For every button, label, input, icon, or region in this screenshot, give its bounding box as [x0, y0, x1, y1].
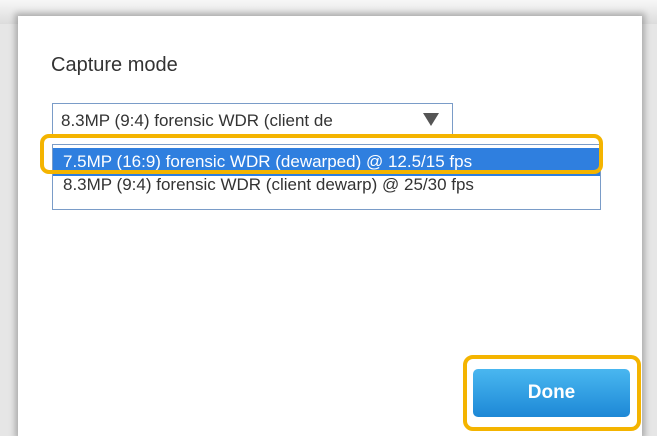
done-button[interactable]: Done	[473, 369, 630, 417]
option-label: 7.5MP (16:9) forensic WDR (dewarped) @ 1…	[63, 152, 473, 171]
select-current-value: 8.3MP (9:4) forensic WDR (client de	[61, 111, 333, 130]
option-label: 8.3MP (9:4) forensic WDR (client dewarp)…	[63, 175, 474, 194]
dialog-title: Capture mode	[51, 54, 178, 76]
capture-mode-select[interactable]: 8.3MP (9:4) forensic WDR (client de	[52, 103, 453, 137]
option-8-3mp-client-dewarp[interactable]: 8.3MP (9:4) forensic WDR (client dewarp)…	[53, 176, 600, 209]
option-7-5mp-dewarped[interactable]: 7.5MP (16:9) forensic WDR (dewarped) @ 1…	[53, 148, 600, 176]
triangle-down-icon[interactable]	[423, 113, 439, 126]
capture-mode-dialog: Capture mode 8.3MP (9:4) forensic WDR (c…	[18, 16, 642, 436]
capture-mode-dropdown-list: 7.5MP (16:9) forensic WDR (dewarped) @ 1…	[52, 144, 601, 210]
